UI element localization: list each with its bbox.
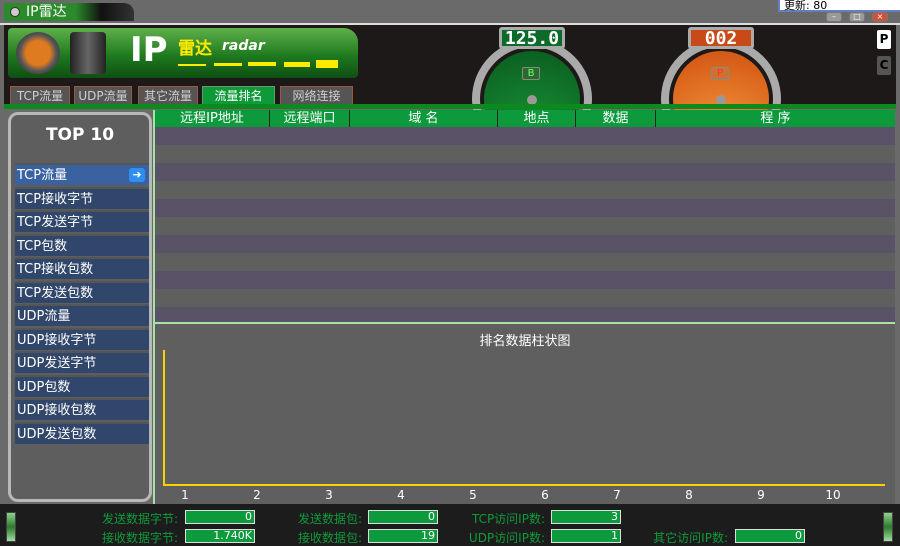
sidebar-item-label: TCP接收包数 [17, 262, 94, 277]
tab-udp-traffic[interactable]: UDP流量 [74, 86, 132, 106]
chart-title: 排名数据柱状图 [479, 334, 571, 349]
x-tick-label: 1 [181, 488, 189, 502]
sidebar-item-label: UDP流量 [17, 309, 71, 324]
sidebar-item[interactable]: TCP包数 [15, 233, 149, 256]
bytes-gauge-readout: 125.0 [499, 27, 565, 49]
maximize-button[interactable]: □ [849, 12, 865, 22]
sidebar-item-label: UDP发送包数 [17, 426, 97, 442]
sidebar-item[interactable]: TCP接收包数 [15, 257, 149, 279]
column-remote-ip[interactable]: 远程IP地址 [155, 110, 270, 127]
x-tick-label: 2 [253, 488, 261, 502]
radar-icon [10, 7, 20, 17]
arrow-right-icon: ➜ [129, 168, 145, 182]
indicator-light [6, 512, 16, 542]
send-bytes-label: 发送数据字节: [101, 512, 178, 526]
tab-other-traffic[interactable]: 其它流量 [138, 86, 198, 106]
sidebar-item[interactable]: TCP接收字节 [15, 186, 149, 209]
packets-gauge-readout: 002 [688, 27, 754, 49]
recv-packets-value: 19 [368, 529, 438, 543]
packets-gauge: 002 P [656, 27, 786, 159]
update-text: 更新: 80 [778, 0, 900, 12]
top10-title: TOP 10 [45, 125, 115, 145]
bytes-gauge: 125.0 B [467, 27, 597, 159]
x-tick-label: 3 [325, 488, 333, 502]
sidebar-item[interactable]: UDP流量 [15, 304, 149, 326]
recv-packets-label: 接收数据包: [297, 531, 362, 545]
status-bar: 发送数据字节: 0 接收数据字节: 1.740K 发送数据包: 0 接收数据包:… [0, 504, 900, 546]
send-bytes-value: 0 [185, 510, 255, 524]
sidebar-item[interactable]: TCP发送包数 [15, 280, 149, 303]
tab-tcp-traffic[interactable]: TCP流量 [10, 86, 70, 106]
column-program[interactable]: 程 序 [656, 110, 895, 127]
x-tick-label: 4 [397, 488, 405, 502]
column-domain[interactable]: 域 名 [350, 110, 498, 127]
table-row[interactable] [155, 199, 895, 217]
table-row[interactable] [155, 253, 895, 271]
app-title-tab: IP雷达 [4, 3, 134, 21]
sidebar-item[interactable]: TCP流量 ➜ [15, 163, 149, 185]
x-tick-label: 6 [541, 488, 549, 502]
other-ip-count-value: 0 [735, 529, 805, 543]
sidebar-item-label: TCP发送字节 [17, 215, 94, 230]
column-location[interactable]: 地点 [498, 110, 576, 127]
column-data[interactable]: 数据 [576, 110, 656, 127]
p-button[interactable]: P [877, 30, 891, 49]
sidebar-item-label: UDP接收字节 [17, 332, 97, 348]
table-row[interactable] [155, 127, 895, 145]
table-row[interactable] [155, 163, 895, 181]
sidebar-item[interactable]: UDP接收包数 [15, 398, 149, 420]
x-axis [163, 484, 885, 486]
recv-bytes-label: 接收数据字节: [101, 531, 178, 545]
radar-disc-icon [16, 32, 60, 74]
tab-network-connections[interactable]: 网络连接 [280, 86, 353, 106]
tcp-ip-count-value: 3 [551, 510, 621, 524]
x-tick-label: 9 [757, 488, 765, 502]
udp-ip-count-value: 1 [551, 529, 621, 543]
tcp-ip-count-label: TCP访问IP数: [471, 512, 545, 526]
sidebar-item[interactable]: UDP发送包数 [15, 421, 149, 444]
send-packets-label: 发送数据包: [297, 512, 362, 526]
sidebar-item-label: UDP接收包数 [17, 403, 97, 418]
sidebar-item[interactable]: UDP接收字节 [15, 327, 149, 350]
top10-panel: TOP 10 TCP流量 ➜ TCP接收字节 TCP发送字节 TCP包数 TCP接收包数 T… [8, 112, 152, 502]
ranking-bar-chart: 排名数据柱状图 1 2 3 4 5 6 7 8 9 10 [155, 324, 895, 504]
sidebar-item[interactable]: UDP包数 [15, 374, 149, 397]
sidebar-item[interactable]: UDP发送字节 [15, 351, 149, 373]
send-packets-value: 0 [368, 510, 438, 524]
sidebar-item-label: TCP接收字节 [17, 191, 94, 207]
udp-ip-count-label: UDP访问IP数: [468, 531, 545, 545]
table-row[interactable] [155, 235, 895, 253]
other-ip-count-label: 其它访问IP数: [653, 531, 728, 545]
x-tick-label: 8 [685, 488, 693, 502]
close-button[interactable]: × [872, 12, 888, 22]
minimize-button[interactable]: – [826, 12, 842, 22]
table-row[interactable] [155, 145, 895, 163]
sidebar-item-label: TCP发送包数 [17, 285, 94, 301]
divider [4, 104, 896, 109]
x-tick-label: 5 [469, 488, 477, 502]
x-tick-label: 10 [825, 488, 841, 502]
sidebar-item-label: UDP包数 [17, 379, 71, 395]
table-row[interactable] [155, 289, 895, 307]
title-bar [0, 0, 900, 24]
table-row[interactable] [155, 217, 895, 235]
c-button[interactable]: C [877, 56, 891, 75]
y-axis [163, 350, 165, 486]
sidebar-item-label: TCP包数 [17, 238, 68, 254]
tab-traffic-ranking[interactable]: 流量排名 [202, 86, 275, 106]
column-remote-port[interactable]: 远程端口 [270, 110, 350, 127]
recv-bytes-value: 1.740K [185, 529, 255, 543]
sidebar-item[interactable]: TCP发送字节 [15, 210, 149, 232]
indicator-light [883, 512, 893, 542]
sidebar-item-label: TCP流量 [17, 168, 68, 183]
logo: IP 雷达 radar [8, 28, 358, 78]
app-title: IP雷达 [26, 4, 67, 20]
table-header: 远程IP地址 远程端口 域 名 地点 数据 程 序 [155, 110, 895, 127]
x-tick-label: 7 [613, 488, 621, 502]
sidebar-item-label: UDP发送字节 [17, 356, 97, 371]
table-row[interactable] [155, 181, 895, 199]
table-row[interactable] [155, 271, 895, 289]
